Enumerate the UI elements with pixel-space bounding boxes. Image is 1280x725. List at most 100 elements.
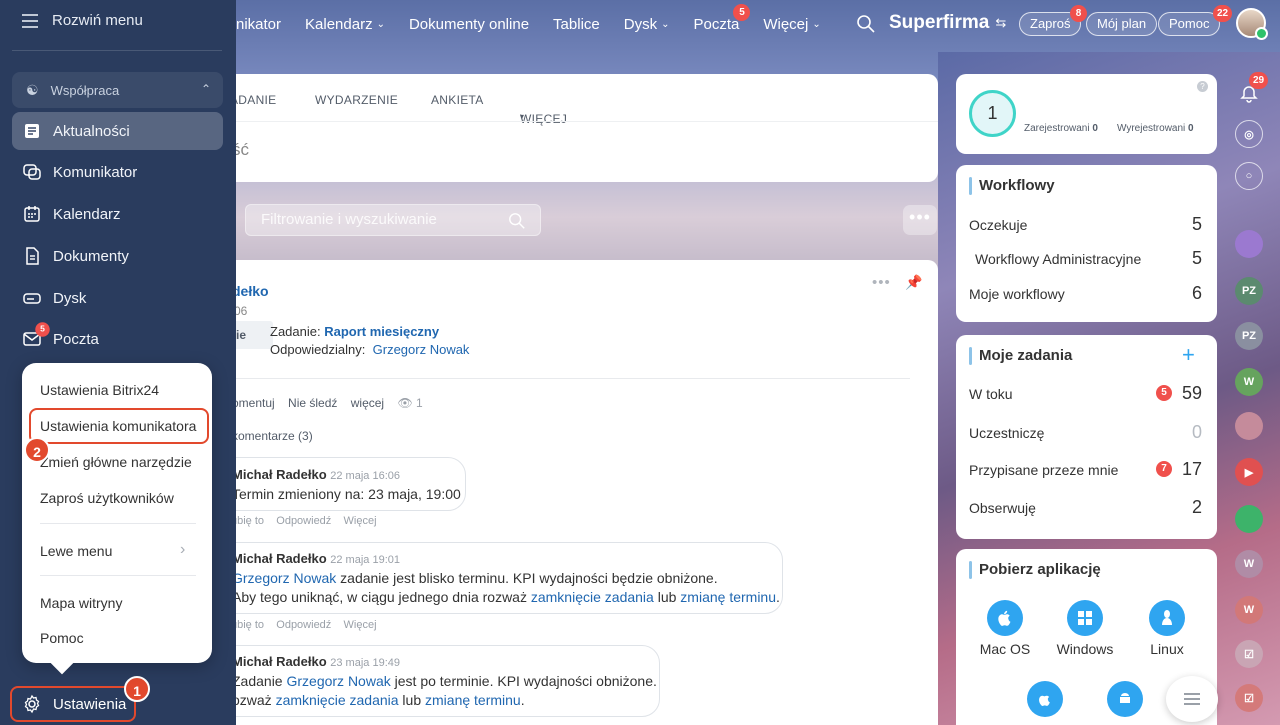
search-icon[interactable] xyxy=(856,14,876,34)
post-menu-icon[interactable]: ••• xyxy=(872,274,891,291)
collaboration-group[interactable]: ☯ Współpraca ⌃ xyxy=(12,72,223,108)
menu-item-help[interactable]: Pomoc xyxy=(40,630,84,646)
chat-avatar[interactable]: W xyxy=(1235,596,1263,624)
invite-button[interactable]: Zaproś 8 xyxy=(1019,5,1087,36)
comment-more-link[interactable]: Więcej xyxy=(344,619,377,631)
windows-icon[interactable] xyxy=(1067,600,1103,636)
workflow-row[interactable]: Moje workflowy 6 xyxy=(969,283,1202,303)
nav-item-documents[interactable]: Dokumenty online xyxy=(409,16,529,33)
notifications-bell-icon[interactable]: 29 xyxy=(1235,72,1269,108)
add-task-icon[interactable]: + xyxy=(1182,342,1195,368)
sidebar-item-drive[interactable]: Dysk xyxy=(12,279,223,317)
user-link[interactable]: Grzegorz Nowak xyxy=(232,570,336,586)
feed-options-button[interactable]: ••• xyxy=(903,205,937,235)
chat-avatar[interactable]: PZ xyxy=(1235,322,1263,350)
ios-icon[interactable] xyxy=(1027,681,1063,717)
nav-item-messenger[interactable]: nikator xyxy=(236,16,281,33)
comment-author[interactable]: Michał Radełko 22 maja 16:06 xyxy=(232,467,400,482)
widget-title[interactable]: Moje zadania xyxy=(969,347,1072,365)
post-actions: omentuj Nie śledź więcej 👁 1 xyxy=(232,396,423,410)
comment-text: ozważ zamknięcie zadania lub zmianę term… xyxy=(232,692,525,708)
app-label[interactable]: Linux xyxy=(1127,641,1207,657)
nav-item-more[interactable]: Więcej ⌄ xyxy=(763,16,820,33)
chat-avatar[interactable] xyxy=(1235,412,1263,440)
menu-item-change-main-tool[interactable]: Zmień główne narzędzie xyxy=(40,454,192,470)
chat-icon[interactable]: ○ xyxy=(1235,162,1263,190)
menu-item-left-menu[interactable]: Lewe menu › xyxy=(40,541,200,559)
comment-more-link[interactable]: Więcej xyxy=(344,515,377,527)
task-row[interactable]: Przypisane przeze mnie 7 17 xyxy=(969,459,1202,479)
unfollow-link[interactable]: Nie śledź xyxy=(288,396,337,410)
change-deadline-link[interactable]: zmianę terminu xyxy=(680,589,776,605)
sidebar-item-documents[interactable]: Dokumenty xyxy=(12,237,223,275)
menu-item-bitrix24-settings[interactable]: Ustawienia Bitrix24 xyxy=(40,382,159,398)
workflow-row[interactable]: Workflowy Administracyjne 5 xyxy=(975,248,1202,268)
post-date: 06 xyxy=(234,304,248,318)
views-icon: 👁 xyxy=(397,396,413,410)
close-task-link[interactable]: zamknięcie zadania xyxy=(531,589,654,605)
comment-link[interactable]: omentuj xyxy=(232,396,275,410)
post-author[interactable]: dełko xyxy=(232,283,269,299)
tab-event[interactable]: WYDARZENIE xyxy=(315,93,398,107)
chat-avatar[interactable] xyxy=(1235,505,1263,533)
workflow-row[interactable]: Oczekuje 5 xyxy=(969,214,1202,234)
responsible-link[interactable]: Grzegorz Nowak xyxy=(373,342,470,357)
expand-menu-button[interactable]: Rozwiń menu xyxy=(22,12,143,29)
app-label[interactable]: Mac OS xyxy=(965,641,1045,657)
company-name[interactable]: Superfirma ⇆ xyxy=(889,12,1006,34)
help-button[interactable]: Pomoc 22 xyxy=(1158,5,1233,36)
nav-item-drive[interactable]: Dysk ⌄ xyxy=(624,16,670,33)
presence-counter[interactable]: 1 xyxy=(969,90,1016,137)
task-row[interactable]: Uczestniczę 0 xyxy=(969,422,1202,442)
user-avatar[interactable] xyxy=(1236,8,1268,40)
nav-item-mail[interactable]: Poczta 5 xyxy=(693,3,751,33)
apple-icon[interactable] xyxy=(987,600,1023,636)
sidebar-item-news[interactable]: Aktualności xyxy=(12,112,223,150)
my-tasks-widget: Moje zadania + W toku 5 59 Uczestniczę 0 Pr… xyxy=(956,335,1217,539)
nav-item-boards[interactable]: Tablice xyxy=(553,16,600,33)
chat-avatar[interactable]: W xyxy=(1235,368,1263,396)
my-plan-button[interactable]: Mój plan xyxy=(1086,12,1158,36)
tab-poll[interactable]: ANKIETA xyxy=(431,93,484,107)
filter-search-input[interactable]: Filtrowanie i wyszukiwanie xyxy=(245,204,541,236)
tasks-icon[interactable]: ☑ xyxy=(1235,640,1263,668)
mail-icon: 5 xyxy=(22,322,50,349)
sidebar-item-calendar[interactable]: Kalendarz xyxy=(12,195,223,233)
user-link[interactable]: Grzegorz Nowak xyxy=(286,673,390,689)
activity-icon[interactable]: ◎ xyxy=(1235,120,1263,148)
video-call-icon[interactable]: ▶ xyxy=(1235,458,1263,486)
notifications-badge: 29 xyxy=(1249,72,1269,89)
settings-button[interactable]: Ustawienia xyxy=(10,686,136,722)
task-row[interactable]: W toku 5 59 xyxy=(969,383,1202,403)
menu-item-messenger-settings[interactable]: Ustawienia komunikatora xyxy=(40,418,196,434)
reply-link[interactable]: Odpowiedź xyxy=(276,515,331,527)
composer-card: ADANIE WYDARZENIE ANKIETA WIĘCEJ ▾ ść xyxy=(230,74,938,182)
chat-avatar[interactable] xyxy=(1235,230,1263,258)
tab-task[interactable]: ADANIE xyxy=(230,93,276,107)
help-icon[interactable]: ? xyxy=(1197,81,1208,92)
app-label[interactable]: Windows xyxy=(1045,641,1125,657)
change-deadline-link[interactable]: zmianę terminu xyxy=(425,692,521,708)
menu-item-sitemap[interactable]: Mapa witryny xyxy=(40,595,122,611)
sidebar-item-mail[interactable]: 5 Poczta xyxy=(12,320,223,358)
pin-icon[interactable]: 📌 xyxy=(905,274,922,291)
chat-avatar[interactable]: PZ xyxy=(1235,277,1263,305)
comments-toggle[interactable]: komentarze (3) xyxy=(232,429,313,443)
task-row[interactable]: Obserwuję 2 xyxy=(969,497,1202,517)
widget-title[interactable]: Workflowy xyxy=(969,177,1055,195)
tasks-icon[interactable]: ☑ xyxy=(1235,684,1263,712)
reply-link[interactable]: Odpowiedź xyxy=(276,619,331,631)
comment-actions: ubię to Odpowiedź Więcej xyxy=(231,619,377,631)
linux-icon[interactable] xyxy=(1149,600,1185,636)
sidebar-item-messenger[interactable]: Komunikator xyxy=(12,153,223,191)
comment-author[interactable]: Michał Radełko 23 maja 19:49 xyxy=(232,654,400,669)
comment-author[interactable]: Michał Radełko 22 maja 19:01 xyxy=(232,551,400,566)
android-icon[interactable] xyxy=(1107,681,1143,717)
more-link[interactable]: więcej xyxy=(351,396,384,410)
menu-list-icon[interactable] xyxy=(1166,676,1218,722)
close-task-link[interactable]: zamknięcie zadania xyxy=(276,692,399,708)
nav-item-calendar[interactable]: Kalendarz ⌄ xyxy=(305,16,385,33)
menu-item-invite-users[interactable]: Zaproś użytkowników xyxy=(40,490,174,506)
chat-avatar[interactable]: W xyxy=(1235,550,1263,578)
task-link[interactable]: Raport miesięczny xyxy=(324,324,439,339)
